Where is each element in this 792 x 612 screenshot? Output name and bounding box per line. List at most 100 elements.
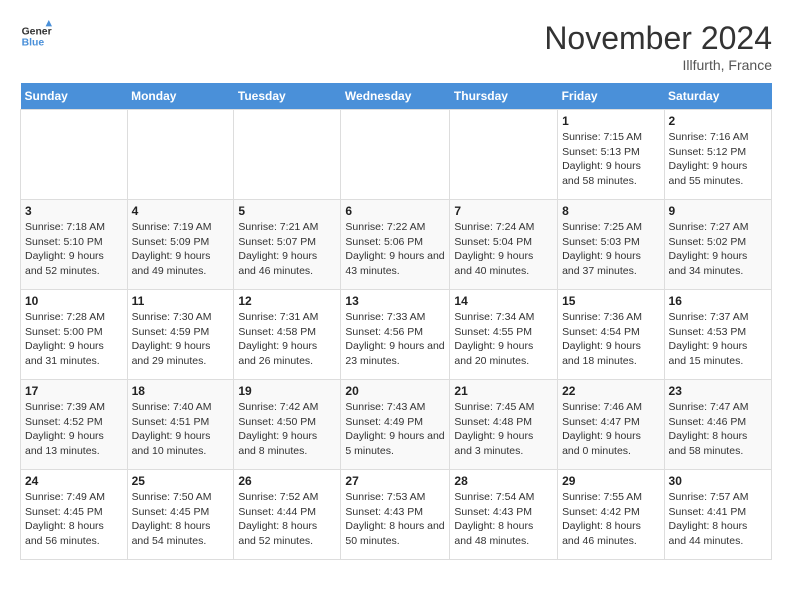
day-info: Sunrise: 7:53 AM Sunset: 4:43 PM Dayligh… [345,490,445,549]
calendar-week-row: 10 Sunrise: 7:28 AM Sunset: 5:00 PM Dayli… [21,290,772,380]
calendar-day-cell: 2 Sunrise: 7:16 AM Sunset: 5:12 PM Daylig… [664,110,771,200]
calendar-day-cell: 18Sunrise: 7:40 AM Sunset: 4:51 PM Dayli… [127,380,234,470]
day-info: Sunrise: 7:36 AM Sunset: 4:54 PM Dayligh… [562,310,659,369]
header: General Blue November 2024 Illfurth, Fra… [20,20,772,73]
day-info: Sunrise: 7:21 AM Sunset: 5:07 PM Dayligh… [238,220,336,279]
day-info: Sunrise: 7:42 AM Sunset: 4:50 PM Dayligh… [238,400,336,459]
calendar-day-cell: 1 Sunrise: 7:15 AM Sunset: 5:13 PM Daylig… [558,110,664,200]
day-info: Sunrise: 7:25 AM Sunset: 5:03 PM Dayligh… [562,220,659,279]
calendar-day-cell: 4Sunrise: 7:19 AM Sunset: 5:09 PM Daylig… [127,200,234,290]
day-number: 16 [669,294,767,308]
day-number: 8 [562,204,659,218]
day-info: Sunrise: 7:45 AM Sunset: 4:48 PM Dayligh… [454,400,553,459]
calendar-day-cell [341,110,450,200]
calendar-day-cell: 8 Sunrise: 7:25 AM Sunset: 5:03 PM Daylig… [558,200,664,290]
day-number: 25 [132,474,230,488]
calendar-day-cell: 24 Sunrise: 7:49 AM Sunset: 4:45 PM Dayli… [21,470,128,560]
calendar-day-cell: 21 Sunrise: 7:45 AM Sunset: 4:48 PM Dayli… [450,380,558,470]
day-info: Sunrise: 7:57 AM Sunset: 4:41 PM Dayligh… [669,490,767,549]
day-number: 2 [669,114,767,128]
calendar-day-cell [450,110,558,200]
day-number: 14 [454,294,553,308]
day-info: Sunrise: 7:27 AM Sunset: 5:02 PM Dayligh… [669,220,767,279]
calendar-day-cell: 9 Sunrise: 7:27 AM Sunset: 5:02 PM Daylig… [664,200,771,290]
calendar-table: SundayMondayTuesdayWednesdayThursdayFrid… [20,83,772,560]
calendar-day-cell: 17 Sunrise: 7:39 AM Sunset: 4:52 PM Dayli… [21,380,128,470]
title-area: November 2024 Illfurth, France [544,20,772,73]
day-of-week-header: Friday [558,83,664,110]
svg-text:General: General [22,26,52,37]
day-number: 4 [132,204,230,218]
day-info: Sunrise: 7:18 AM Sunset: 5:10 PM Dayligh… [25,220,123,279]
day-info: Sunrise: 7:22 AM Sunset: 5:06 PM Dayligh… [345,220,445,279]
day-info: Sunrise: 7:55 AM Sunset: 4:42 PM Dayligh… [562,490,659,549]
day-number: 3 [25,204,123,218]
calendar-day-cell: 30 Sunrise: 7:57 AM Sunset: 4:41 PM Dayli… [664,470,771,560]
day-number: 27 [345,474,445,488]
calendar-day-cell: 14 Sunrise: 7:34 AM Sunset: 4:55 PM Dayli… [450,290,558,380]
day-of-week-header: Thursday [450,83,558,110]
day-number: 12 [238,294,336,308]
calendar-day-cell: 5 Sunrise: 7:21 AM Sunset: 5:07 PM Daylig… [234,200,341,290]
day-number: 28 [454,474,553,488]
calendar-day-cell: 11 Sunrise: 7:30 AM Sunset: 4:59 PM Dayli… [127,290,234,380]
day-number: 18 [132,384,230,398]
calendar-day-cell: 22Sunrise: 7:46 AM Sunset: 4:47 PM Dayli… [558,380,664,470]
day-number: 29 [562,474,659,488]
day-info: Sunrise: 7:47 AM Sunset: 4:46 PM Dayligh… [669,400,767,459]
calendar-day-cell: 16 Sunrise: 7:37 AM Sunset: 4:53 PM Dayli… [664,290,771,380]
day-number: 9 [669,204,767,218]
calendar-day-cell: 28Sunrise: 7:54 AM Sunset: 4:43 PM Dayli… [450,470,558,560]
day-number: 6 [345,204,445,218]
day-number: 13 [345,294,445,308]
calendar-day-cell: 20Sunrise: 7:43 AM Sunset: 4:49 PM Dayli… [341,380,450,470]
day-info: Sunrise: 7:50 AM Sunset: 4:45 PM Dayligh… [132,490,230,549]
calendar-body: 1 Sunrise: 7:15 AM Sunset: 5:13 PM Daylig… [21,110,772,560]
day-of-week-header: Saturday [664,83,771,110]
day-info: Sunrise: 7:28 AM Sunset: 5:00 PM Dayligh… [25,310,123,369]
day-number: 1 [562,114,659,128]
day-info: Sunrise: 7:30 AM Sunset: 4:59 PM Dayligh… [132,310,230,369]
day-info: Sunrise: 7:31 AM Sunset: 4:58 PM Dayligh… [238,310,336,369]
svg-text:Blue: Blue [22,38,45,49]
day-number: 26 [238,474,336,488]
day-info: Sunrise: 7:34 AM Sunset: 4:55 PM Dayligh… [454,310,553,369]
day-info: Sunrise: 7:49 AM Sunset: 4:45 PM Dayligh… [25,490,123,549]
calendar-day-cell [234,110,341,200]
day-info: Sunrise: 7:16 AM Sunset: 5:12 PM Dayligh… [669,130,767,189]
calendar-week-row: 3 Sunrise: 7:18 AM Sunset: 5:10 PM Daylig… [21,200,772,290]
day-info: Sunrise: 7:52 AM Sunset: 4:44 PM Dayligh… [238,490,336,549]
day-number: 7 [454,204,553,218]
calendar-day-cell: 23 Sunrise: 7:47 AM Sunset: 4:46 PM Dayli… [664,380,771,470]
calendar-week-row: 17 Sunrise: 7:39 AM Sunset: 4:52 PM Dayli… [21,380,772,470]
day-info: Sunrise: 7:39 AM Sunset: 4:52 PM Dayligh… [25,400,123,459]
day-number: 11 [132,294,230,308]
day-number: 23 [669,384,767,398]
day-number: 5 [238,204,336,218]
day-number: 21 [454,384,553,398]
logo-icon: General Blue [20,20,52,52]
calendar-week-row: 1 Sunrise: 7:15 AM Sunset: 5:13 PM Daylig… [21,110,772,200]
day-number: 30 [669,474,767,488]
day-info: Sunrise: 7:15 AM Sunset: 5:13 PM Dayligh… [562,130,659,189]
day-of-week-header: Wednesday [341,83,450,110]
day-number: 22 [562,384,659,398]
calendar-day-cell: 12 Sunrise: 7:31 AM Sunset: 4:58 PM Dayli… [234,290,341,380]
calendar-day-cell [21,110,128,200]
month-title: November 2024 [544,20,772,57]
day-info: Sunrise: 7:43 AM Sunset: 4:49 PM Dayligh… [345,400,445,459]
location: Illfurth, France [544,57,772,73]
calendar-day-cell: 27 Sunrise: 7:53 AM Sunset: 4:43 PM Dayli… [341,470,450,560]
day-of-week-header: Tuesday [234,83,341,110]
logo: General Blue [20,20,52,52]
day-info: Sunrise: 7:33 AM Sunset: 4:56 PM Dayligh… [345,310,445,369]
day-number: 17 [25,384,123,398]
calendar-day-cell [127,110,234,200]
calendar-day-cell: 13 Sunrise: 7:33 AM Sunset: 4:56 PM Dayli… [341,290,450,380]
day-info: Sunrise: 7:37 AM Sunset: 4:53 PM Dayligh… [669,310,767,369]
day-number: 24 [25,474,123,488]
calendar-day-cell: 6 Sunrise: 7:22 AM Sunset: 5:06 PM Daylig… [341,200,450,290]
day-number: 10 [25,294,123,308]
calendar-day-cell: 25 Sunrise: 7:50 AM Sunset: 4:45 PM Dayli… [127,470,234,560]
day-of-week-header: Sunday [21,83,128,110]
